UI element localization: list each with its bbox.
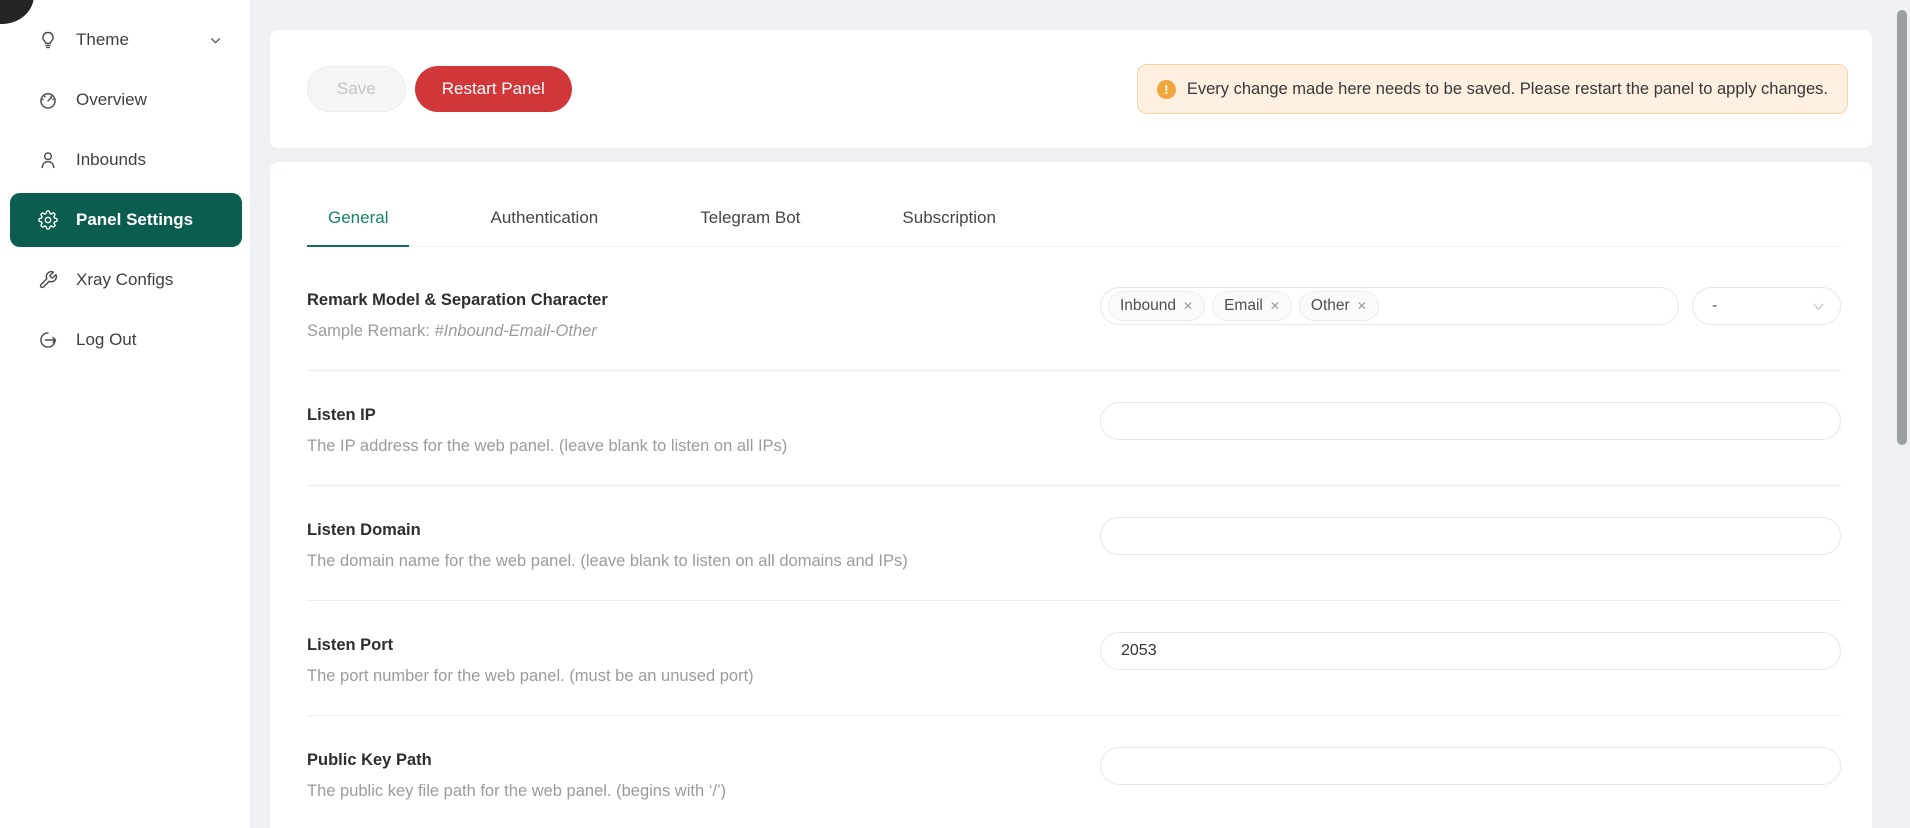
public-key-path-desc: The public key file path for the web pan… [307,782,1100,801]
gear-icon [38,210,58,230]
sidebar-item-theme[interactable]: Theme [0,10,250,70]
chevron-down-icon[interactable] [209,34,222,47]
dashboard-icon [38,90,58,110]
lightbulb-icon [38,30,58,50]
public-key-path-input[interactable] [1100,747,1841,785]
tag-other: Other ✕ [1299,291,1379,321]
remark-model-title: Remark Model & Separation Character [307,291,1100,310]
listen-domain-input[interactable] [1100,517,1841,555]
tab-subscription[interactable]: Subscription [881,208,1017,247]
sample-remark-value: #Inbound-Email-Other [434,322,596,340]
sidebar-nav: Theme Overview Inbounds Panel Settings [0,0,250,370]
listen-ip-title: Listen IP [307,406,1100,425]
tab-telegram-bot[interactable]: Telegram Bot [679,208,821,247]
sidebar-item-xray-configs[interactable]: Xray Configs [0,250,250,310]
wrench-icon [38,270,58,290]
remark-model-sample: Sample Remark: #Inbound-Email-Other [307,322,1100,341]
sidebar-item-label: Panel Settings [76,210,193,230]
warning-alert-text: Every change made here needs to be saved… [1187,80,1828,99]
sidebar-item-panel-settings[interactable]: Panel Settings [10,193,242,247]
separator-value: - [1712,297,1717,315]
separator-select[interactable]: - [1692,287,1841,325]
toolbar-card: Save Restart Panel ! Every change made h… [270,30,1872,148]
tag-label: Other [1311,297,1350,315]
sidebar-item-label: Xray Configs [76,270,173,290]
listen-ip-desc: The IP address for the web panel. (leave… [307,437,1100,456]
listen-domain-desc: The domain name for the web panel. (leav… [307,552,1100,571]
listen-port-desc: The port number for the web panel. (must… [307,667,1100,686]
listen-port-input[interactable] [1100,632,1841,670]
form-row-listen-port: Listen Port The port number for the web … [270,601,1872,686]
tag-label: Email [1224,297,1263,315]
remark-model-tags-input[interactable]: Inbound ✕ Email ✕ Other ✕ [1100,287,1679,325]
toolbar-buttons: Save Restart Panel [307,66,572,112]
listen-domain-title: Listen Domain [307,521,1100,540]
sidebar-item-label: Log Out [76,330,137,350]
remove-tag-icon[interactable]: ✕ [1357,299,1367,313]
settings-tabs: General Authentication Telegram Bot Subs… [307,208,1841,247]
listen-ip-input[interactable] [1100,402,1841,440]
sidebar-item-log-out[interactable]: Log Out [0,310,250,370]
sidebar: Theme Overview Inbounds Panel Settings [0,0,250,828]
page-scrollbar[interactable] [1897,10,1907,445]
remove-tag-icon[interactable]: ✕ [1183,299,1193,313]
sidebar-item-label: Overview [76,90,147,110]
warning-alert: ! Every change made here needs to be sav… [1137,64,1848,114]
warning-icon: ! [1157,80,1176,99]
sidebar-item-label: Theme [76,30,129,50]
remove-tag-icon[interactable]: ✕ [1270,299,1280,313]
sidebar-item-label: Inbounds [76,150,146,170]
sidebar-item-inbounds[interactable]: Inbounds [0,130,250,190]
form-row-listen-domain: Listen Domain The domain name for the we… [270,486,1872,571]
logout-icon [38,330,58,350]
save-button[interactable]: Save [307,66,406,112]
form-row-public-key-path: Public Key Path The public key file path… [270,716,1872,801]
tag-label: Inbound [1120,297,1176,315]
tag-inbound: Inbound ✕ [1108,291,1205,321]
main-content: Save Restart Panel ! Every change made h… [250,0,1910,828]
tab-general[interactable]: General [307,208,409,247]
sample-remark-label: Sample Remark: [307,322,434,340]
chevron-down-icon [1812,300,1825,313]
tag-email: Email ✕ [1212,291,1292,321]
sidebar-item-overview[interactable]: Overview [0,70,250,130]
settings-card: General Authentication Telegram Bot Subs… [270,162,1872,828]
form-row-listen-ip: Listen IP The IP address for the web pan… [270,371,1872,456]
form-row-remark-model: Remark Model & Separation Character Samp… [270,247,1872,341]
tab-authentication[interactable]: Authentication [469,208,619,247]
restart-panel-button[interactable]: Restart Panel [415,66,572,112]
listen-port-title: Listen Port [307,636,1100,655]
public-key-path-title: Public Key Path [307,751,1100,770]
user-icon [38,150,58,170]
